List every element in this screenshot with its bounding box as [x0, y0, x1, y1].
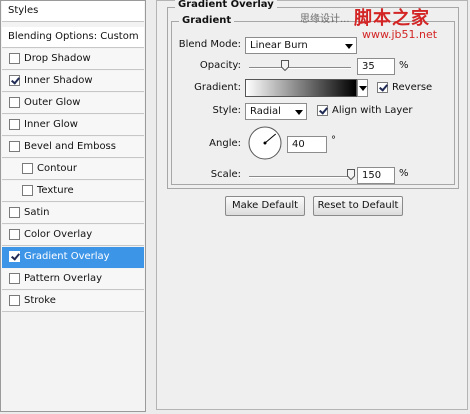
style-item-label: Contour: [37, 163, 77, 174]
angle-dial[interactable]: [247, 125, 283, 161]
opacity-slider-thumb[interactable]: [280, 60, 289, 71]
style-item-checkbox[interactable]: [22, 185, 33, 196]
style-item-label: Inner Glow: [24, 119, 78, 130]
opacity-input[interactable]: 35: [357, 58, 395, 75]
reverse-label: Reverse: [392, 82, 433, 93]
style-item-stroke[interactable]: Stroke: [2, 291, 144, 312]
style-item-checkbox[interactable]: [9, 207, 20, 218]
style-item-label: Inner Shadow: [24, 75, 93, 86]
watermark-url: www.jb51.net: [362, 28, 438, 41]
style-item-gradient-overlay[interactable]: Gradient Overlay: [2, 247, 144, 268]
style-item-contour[interactable]: Contour: [2, 159, 144, 180]
opacity-unit: %: [399, 60, 409, 71]
angle-value: 40: [292, 139, 305, 150]
scale-label: Scale:: [210, 169, 241, 180]
group-title: Gradient: [179, 15, 235, 26]
style-item-label: Bevel and Emboss: [24, 141, 116, 152]
style-item-checkbox[interactable]: [9, 75, 20, 86]
opacity-label: Opacity:: [199, 60, 241, 71]
style-item-color-overlay[interactable]: Color Overlay: [2, 225, 144, 246]
style-item-label: Drop Shadow: [24, 53, 91, 64]
style-item-drop-shadow[interactable]: Drop Shadow: [2, 49, 144, 70]
style-item-checkbox[interactable]: [9, 119, 20, 130]
blend-mode-value: Linear Burn: [250, 40, 308, 51]
panel-title: Gradient Overlay: [175, 0, 277, 10]
style-item-label: Stroke: [24, 295, 56, 306]
scale-unit: %: [399, 168, 409, 179]
style-item-label: Outer Glow: [24, 97, 81, 108]
style-item-satin[interactable]: Satin: [2, 203, 144, 224]
gradient-label: Gradient:: [194, 82, 241, 93]
reverse-checkbox[interactable]: [377, 82, 388, 93]
reset-to-default-label: Reset to Default: [317, 200, 399, 211]
style-item-checkbox[interactable]: [9, 251, 20, 262]
make-default-button[interactable]: Make Default: [225, 196, 305, 216]
style-item-checkbox[interactable]: [9, 97, 20, 108]
chevron-down-icon: [345, 44, 353, 49]
align-with-layer-checkbox[interactable]: [317, 105, 328, 116]
style-item-label: Pattern Overlay: [24, 273, 103, 284]
gradient-preview[interactable]: [245, 79, 357, 97]
styles-header-label: Styles: [8, 5, 39, 16]
watermark-brand-text: 脚本之家: [354, 8, 430, 29]
style-item-checkbox[interactable]: [9, 53, 20, 64]
angle-unit: °: [331, 135, 336, 146]
style-item-pattern-overlay[interactable]: Pattern Overlay: [2, 269, 144, 290]
style-item-label: Gradient Overlay: [24, 251, 110, 262]
style-item-checkbox[interactable]: [9, 295, 20, 306]
style-item-checkbox[interactable]: [22, 163, 33, 174]
gradient-overlay-panel: Gradient Overlay Gradient Blend Mode: Li…: [156, 0, 468, 410]
align-with-layer-label: Align with Layer: [332, 105, 413, 116]
watermark-small-text: 思缘设计...: [300, 14, 350, 25]
scale-slider-thumb[interactable]: [347, 169, 355, 180]
style-item-bevel-and-emboss[interactable]: Bevel and Emboss: [2, 137, 144, 158]
styles-list-panel: Styles Blending Options: Custom Drop Sha…: [0, 0, 146, 412]
scale-input[interactable]: 150: [357, 167, 395, 184]
blend-mode-select[interactable]: Linear Burn: [245, 37, 357, 54]
style-item-texture[interactable]: Texture: [2, 181, 144, 202]
styles-header[interactable]: Styles: [2, 1, 144, 22]
opacity-slider-track[interactable]: [249, 67, 351, 69]
blending-options-row[interactable]: Blending Options: Custom: [2, 27, 144, 48]
blend-mode-label: Blend Mode:: [178, 39, 241, 50]
opacity-value: 35: [362, 61, 375, 72]
style-item-outer-glow[interactable]: Outer Glow: [2, 93, 144, 114]
style-item-label: Texture: [37, 185, 74, 196]
style-item-checkbox[interactable]: [9, 141, 20, 152]
chevron-down-icon: [295, 110, 303, 115]
angle-input[interactable]: 40: [287, 136, 327, 153]
gradient-picker-button[interactable]: [357, 79, 368, 97]
reset-to-default-button[interactable]: Reset to Default: [313, 196, 403, 216]
scale-slider-track[interactable]: [249, 176, 351, 178]
style-item-inner-glow[interactable]: Inner Glow: [2, 115, 144, 136]
style-item-checkbox[interactable]: [9, 229, 20, 240]
style-select[interactable]: Radial: [245, 103, 307, 120]
scale-value: 150: [362, 170, 382, 181]
angle-label: Angle:: [209, 138, 241, 149]
style-item-label: Color Overlay: [24, 229, 93, 240]
blending-options-label: Blending Options: Custom: [8, 31, 139, 42]
style-label: Style:: [212, 105, 242, 116]
make-default-label: Make Default: [231, 200, 299, 211]
style-item-label: Satin: [24, 207, 50, 218]
style-item-inner-shadow[interactable]: Inner Shadow: [2, 71, 144, 92]
style-value: Radial: [250, 106, 281, 117]
style-item-checkbox[interactable]: [9, 273, 20, 284]
